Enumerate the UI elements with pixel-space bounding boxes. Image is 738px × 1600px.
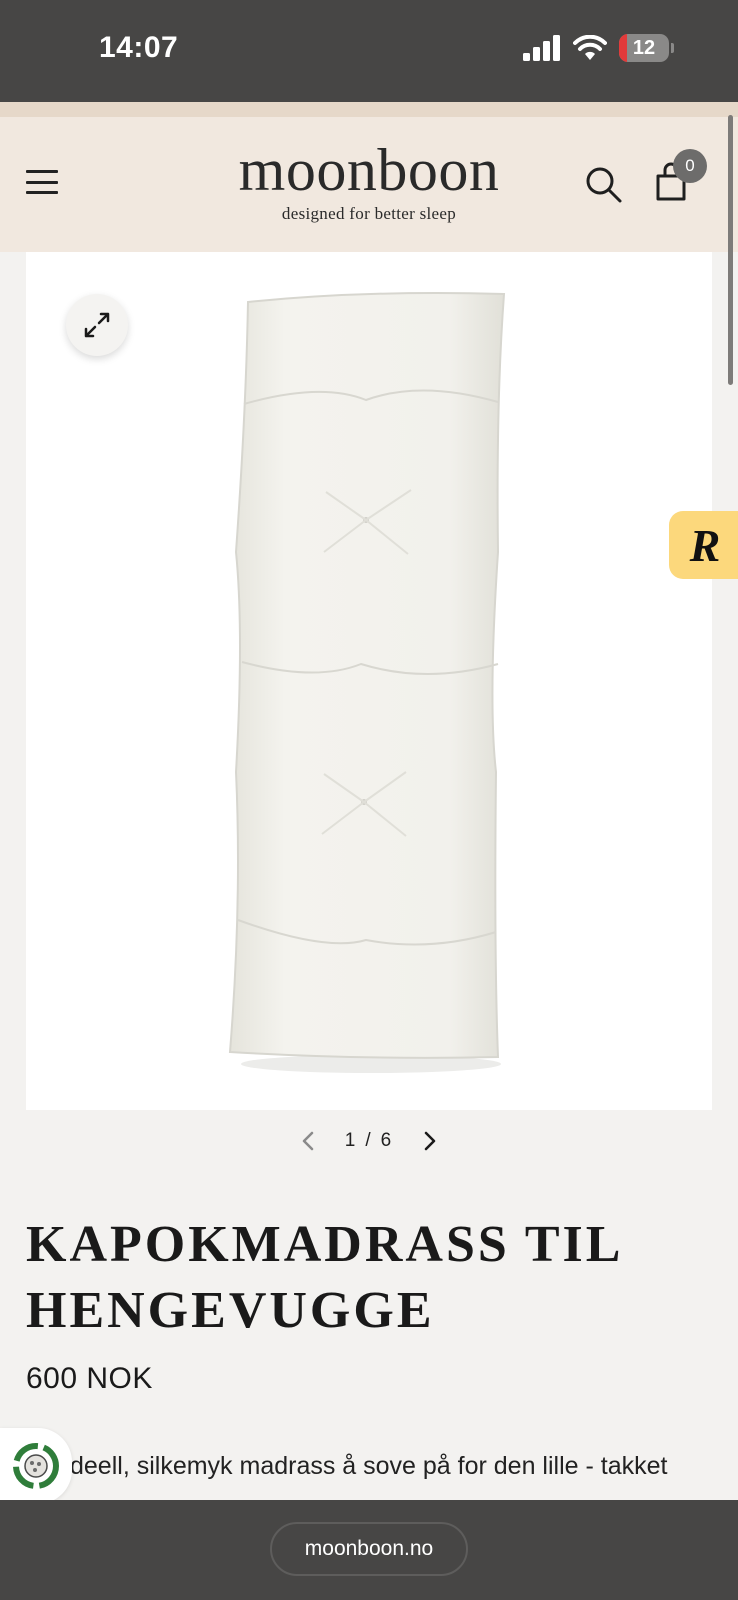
next-image-button[interactable] xyxy=(415,1126,445,1156)
logo[interactable]: moonboon designed for better sleep xyxy=(0,139,738,224)
logo-name: moonboon xyxy=(238,137,500,203)
gallery-current: 1 xyxy=(344,1130,358,1151)
zoom-button[interactable] xyxy=(66,294,128,356)
gallery-pager: 1 / 6 xyxy=(0,1126,738,1156)
previous-image-button[interactable] xyxy=(293,1126,323,1156)
reviews-widget-tab[interactable]: R xyxy=(669,511,738,579)
eco-badge-button[interactable] xyxy=(0,1428,72,1504)
expand-icon xyxy=(84,312,110,338)
battery-level: 12 xyxy=(632,36,656,59)
recycle-icon xyxy=(13,1443,59,1489)
reviews-logo-icon: R xyxy=(689,519,721,571)
chevron-left-icon xyxy=(302,1131,314,1151)
cellular-signal-icon xyxy=(523,35,560,61)
product-price: 600 NOK xyxy=(26,1362,153,1395)
wifi-icon xyxy=(573,35,607,60)
search-button[interactable] xyxy=(584,165,624,205)
gallery-total: 6 xyxy=(380,1130,394,1151)
status-icons: 12 xyxy=(523,34,674,62)
gallery-separator: / xyxy=(365,1130,373,1151)
status-time: 14:07 xyxy=(99,31,179,64)
search-icon xyxy=(586,167,622,203)
product-image[interactable] xyxy=(26,252,712,1110)
header-top-strip xyxy=(0,102,738,117)
product-title: KAPOKMADRASS TIL HENGEVUGGE xyxy=(26,1216,621,1339)
site-header: moonboon designed for better sleep 0 xyxy=(0,117,738,252)
gallery-counter: 1 / 6 xyxy=(345,1130,393,1152)
battery-icon: 12 xyxy=(619,34,674,62)
scrollbar[interactable] xyxy=(728,115,733,385)
browser-address-bar: moonboon.no xyxy=(0,1500,738,1600)
cart-count-badge: 0 xyxy=(673,149,707,183)
url-field[interactable]: moonboon.no xyxy=(270,1522,468,1576)
chevron-right-icon xyxy=(424,1131,436,1151)
product-gallery[interactable] xyxy=(26,252,712,1110)
logo-tagline: designed for better sleep xyxy=(281,204,457,223)
status-bar: 14:07 12 xyxy=(0,0,738,102)
product-description: deell, silkemyk madrass å sove på for de… xyxy=(70,1452,668,1480)
